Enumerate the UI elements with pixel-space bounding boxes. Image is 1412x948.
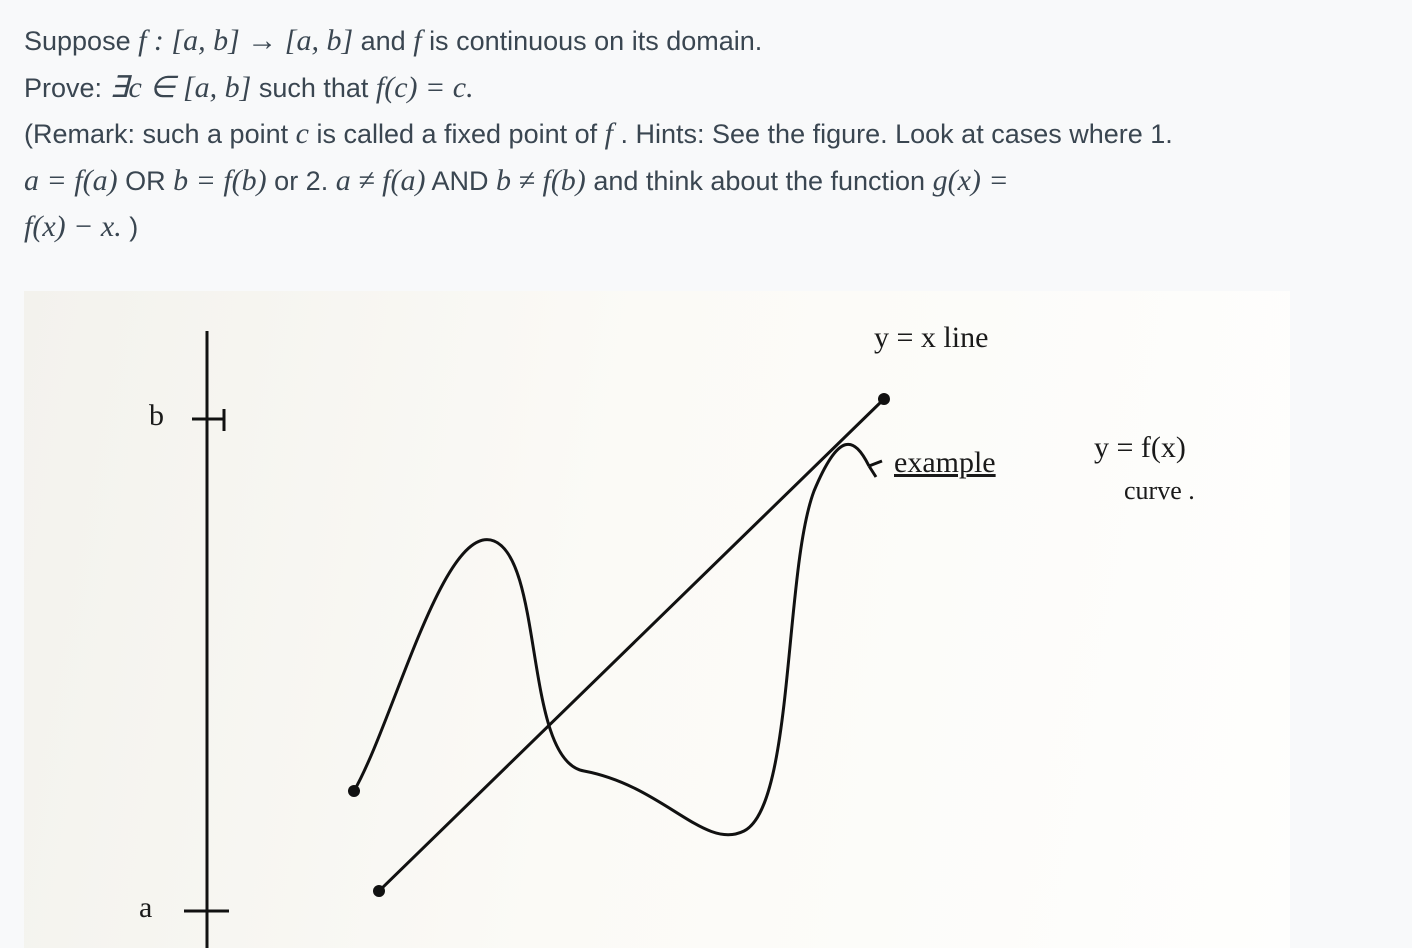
text: or 2. bbox=[274, 166, 336, 196]
problem-statement: Suppose f : [a, b] → [a, b] and f is con… bbox=[24, 18, 1388, 251]
math-expr: a ≠ f(a) bbox=[336, 164, 426, 197]
text: is continuous on its domain. bbox=[429, 26, 762, 56]
page-root: Suppose f : [a, b] → [a, b] and f is con… bbox=[0, 0, 1412, 948]
problem-line-2: Prove: ∃c ∈ [a, b] such that f(c) = c. bbox=[24, 65, 1388, 112]
example-curve bbox=[354, 444, 869, 834]
identity-line bbox=[379, 399, 884, 891]
text: and think about the function bbox=[593, 166, 932, 196]
problem-line-5: f(x) − x. ) bbox=[24, 204, 1388, 251]
math-expr: f bbox=[413, 24, 421, 57]
text: AND bbox=[432, 166, 497, 196]
math-expr: a = f(a) bbox=[24, 164, 118, 197]
label-curve: curve . bbox=[1124, 476, 1195, 506]
axis-label-b: b bbox=[149, 399, 164, 433]
problem-line-3: (Remark: such a point c is called a fixe… bbox=[24, 111, 1388, 158]
math-expr: b ≠ f(b) bbox=[496, 164, 586, 197]
text: . Hints: See the figure. Look at cases w… bbox=[620, 119, 1172, 149]
math-expr: c bbox=[296, 117, 309, 150]
curve-start-dot bbox=[348, 785, 360, 797]
text: is called a fixed point of bbox=[316, 119, 604, 149]
math-expr: f bbox=[605, 117, 613, 150]
text: (Remark: such a point bbox=[24, 119, 296, 149]
text: and bbox=[361, 26, 414, 56]
problem-line-1: Suppose f : [a, b] → [a, b] and f is con… bbox=[24, 18, 1388, 65]
math-expr: g(x) = bbox=[933, 164, 1009, 197]
problem-line-4: a = f(a) OR b = f(b) or 2. a ≠ f(a) AND … bbox=[24, 158, 1388, 205]
text: Suppose bbox=[24, 26, 138, 56]
figure-panel: b a y = x line example y = f(x) curve . bbox=[24, 291, 1290, 948]
label-yfx: y = f(x) bbox=[1094, 431, 1186, 465]
math-expr: f : [a, b] → [a, b] bbox=[138, 24, 353, 57]
math-expr: ∃c ∈ [a, b] bbox=[110, 71, 252, 104]
identity-line-end-dot bbox=[878, 393, 890, 405]
text: such that bbox=[259, 73, 376, 103]
math-expr: f(x) − x. bbox=[24, 210, 122, 243]
math-expr: b = f(b) bbox=[173, 164, 267, 197]
text: ) bbox=[129, 212, 138, 242]
axis-label-a: a bbox=[139, 891, 152, 925]
figure-svg bbox=[24, 291, 1290, 948]
curve-arrowhead bbox=[869, 461, 882, 477]
text: OR bbox=[125, 166, 173, 196]
label-example: example bbox=[894, 446, 996, 480]
math-expr: f(c) = c. bbox=[376, 71, 474, 104]
text: Prove: bbox=[24, 73, 110, 103]
label-yx-line: y = x line bbox=[874, 321, 988, 355]
identity-line-start-dot bbox=[373, 885, 385, 897]
